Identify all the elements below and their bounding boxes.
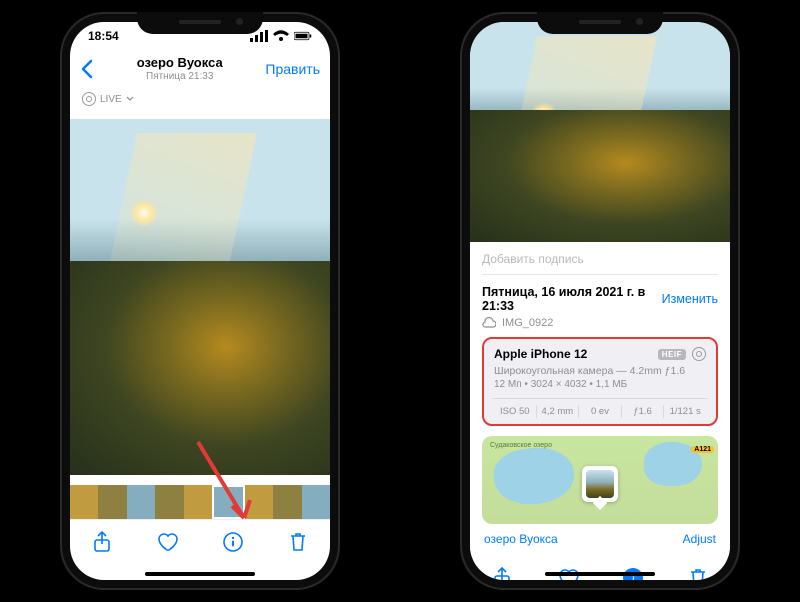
exif-aperture: ƒ1.6 bbox=[622, 405, 665, 418]
cloud-icon bbox=[482, 317, 496, 329]
edit-date-button[interactable]: Изменить bbox=[662, 292, 718, 306]
edit-button[interactable]: Править bbox=[265, 61, 320, 77]
info-button[interactable] bbox=[222, 531, 244, 553]
battery-icon bbox=[294, 27, 312, 45]
share-button[interactable] bbox=[492, 567, 512, 580]
heif-badge: HEIF bbox=[658, 349, 686, 360]
left-screen: 18:54 озеро Вуокса Пятница 21:33 Править bbox=[70, 22, 330, 580]
file-name: IMG_0922 bbox=[502, 317, 553, 329]
back-button[interactable] bbox=[80, 59, 94, 79]
lens-info: Широкоугольная камера — 4.2mm ƒ1.6 bbox=[494, 365, 706, 377]
delete-button[interactable] bbox=[688, 567, 708, 580]
photo-viewer[interactable] bbox=[70, 119, 330, 475]
nav-title: озеро Вуокса bbox=[137, 56, 223, 71]
status-time: 18:54 bbox=[88, 29, 119, 43]
chevron-down-icon bbox=[126, 95, 134, 103]
filmstrip[interactable] bbox=[70, 485, 330, 519]
exif-shutter: 1/121 s bbox=[664, 405, 706, 418]
nav-bar: озеро Вуокса Пятница 21:33 Править bbox=[70, 50, 330, 88]
nav-subtitle: Пятница 21:33 bbox=[137, 71, 223, 83]
left-phone-frame: 18:54 озеро Вуокса Пятница 21:33 Править bbox=[60, 12, 340, 590]
wifi-icon bbox=[272, 27, 290, 45]
live-badge[interactable]: LIVE bbox=[82, 92, 134, 106]
bottom-toolbar: i bbox=[470, 556, 730, 580]
info-sheet: Добавить подпись Пятница, 16 июля 2021 г… bbox=[470, 242, 730, 556]
device-name: Apple iPhone 12 bbox=[494, 347, 587, 361]
location-map[interactable]: Судаковское озеро А121 bbox=[482, 436, 718, 524]
map-pin[interactable] bbox=[582, 466, 618, 502]
notch bbox=[537, 12, 663, 34]
home-indicator[interactable] bbox=[545, 572, 655, 576]
live-icon bbox=[82, 92, 96, 106]
photo-specs: 12 Мп • 3024 × 4032 • 1,1 МБ bbox=[494, 379, 706, 390]
place-name[interactable]: озеро Вуокса bbox=[484, 532, 558, 546]
photo-preview[interactable] bbox=[470, 22, 730, 242]
adjust-button[interactable]: Adjust bbox=[683, 532, 716, 546]
exif-iso: ISO 50 bbox=[494, 405, 537, 418]
exif-ev: 0 ev bbox=[579, 405, 622, 418]
live-label: LIVE bbox=[100, 94, 122, 105]
map-lake-label: Судаковское озеро bbox=[490, 442, 552, 449]
caption-input[interactable]: Добавить подпись bbox=[482, 242, 718, 275]
right-phone-frame: Добавить подпись Пятница, 16 июля 2021 г… bbox=[460, 12, 740, 590]
delete-button[interactable] bbox=[288, 531, 308, 553]
favorite-button[interactable] bbox=[156, 532, 178, 552]
file-row: IMG_0922 bbox=[482, 315, 718, 337]
notch bbox=[137, 12, 263, 34]
right-screen: Добавить подпись Пятница, 16 июля 2021 г… bbox=[470, 22, 730, 580]
exif-row: ISO 50 4,2 mm 0 ev ƒ1.6 1/121 s bbox=[494, 405, 706, 418]
exif-focal: 4,2 mm bbox=[537, 405, 580, 418]
photo-date: Пятница, 16 июля 2021 г. в 21:33 bbox=[482, 285, 662, 313]
home-indicator[interactable] bbox=[145, 572, 255, 576]
bottom-toolbar bbox=[70, 519, 330, 564]
status-icons bbox=[250, 27, 312, 45]
live-photo-icon bbox=[692, 347, 706, 361]
camera-info-card: Apple iPhone 12 HEIF Широкоугольная каме… bbox=[482, 337, 718, 426]
map-road-badge: А121 bbox=[691, 446, 714, 453]
nav-title-group: озеро Вуокса Пятница 21:33 bbox=[137, 56, 223, 82]
share-button[interactable] bbox=[92, 531, 112, 553]
